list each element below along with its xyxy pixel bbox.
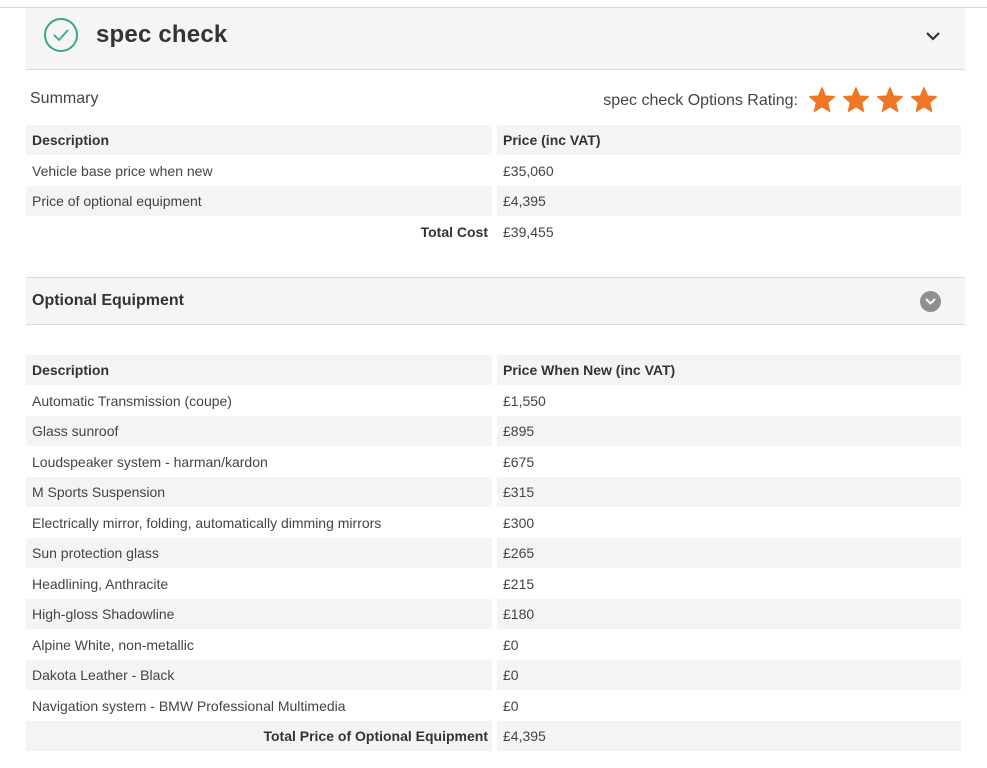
row-price: £265 — [497, 538, 961, 568]
row-price: £0 — [497, 660, 961, 690]
table-header-row: Description Price When New (inc VAT) — [26, 355, 961, 386]
optional-equipment-table: Description Price When New (inc VAT) Aut… — [26, 355, 961, 752]
row-description: Navigation system - BMW Professional Mul… — [32, 697, 346, 714]
spec-check-header[interactable]: spec check — [26, 8, 965, 70]
row-description: Automatic Transmission (coupe) — [32, 392, 232, 409]
row-price: £1,550 — [503, 392, 546, 409]
table-row: Price of optional equipment £4,395 — [26, 186, 961, 217]
options-rating-stars — [808, 86, 938, 114]
table-row: Vehicle base price when new £35,060 — [26, 156, 961, 187]
table-header-row: Description Price (inc VAT) — [26, 125, 961, 156]
summary-table: Description Price (inc VAT) Vehicle base… — [26, 125, 961, 247]
row-description: Electrically mirror, folding, automatica… — [32, 514, 382, 531]
row-description: Vehicle base price when new — [32, 162, 213, 179]
chevron-down-circle-icon[interactable] — [920, 291, 941, 312]
table-row: Dakota Leather - Black £0 — [26, 660, 961, 691]
optional-equipment-title: Optional Equipment — [32, 292, 184, 309]
star-icon — [809, 87, 835, 113]
page-title: spec check — [96, 21, 228, 48]
star-icon — [877, 87, 903, 113]
total-optional-equipment-row: Total Price of Optional Equipment £4,395 — [26, 721, 961, 752]
table-row: Headlining, Anthracite £215 — [26, 569, 961, 600]
table-row: M Sports Suspension £315 — [26, 477, 961, 508]
column-header-description: Description — [26, 355, 492, 385]
check-circle-icon — [44, 18, 78, 52]
optional-equipment-header[interactable]: Optional Equipment — [26, 277, 965, 325]
column-header-price: Price When New (inc VAT) — [497, 355, 961, 385]
row-price: £0 — [503, 697, 519, 714]
table-row: High-gloss Shadowline £180 — [26, 599, 961, 630]
row-description: Glass sunroof — [26, 416, 492, 446]
row-price: £315 — [497, 477, 961, 507]
row-price: £4,395 — [497, 186, 961, 216]
star-icon — [911, 87, 937, 113]
row-price: £300 — [503, 514, 535, 531]
row-description: Price of optional equipment — [26, 186, 492, 216]
chevron-down-icon[interactable] — [925, 28, 941, 46]
summary-heading: Summary — [30, 90, 99, 107]
column-header-price: Price (inc VAT) — [497, 125, 961, 155]
row-price: £675 — [503, 453, 535, 470]
options-rating-label: spec check Options Rating: — [603, 92, 798, 109]
column-header-description: Description — [26, 125, 492, 155]
star-icon — [843, 87, 869, 113]
row-description: M Sports Suspension — [26, 477, 492, 507]
row-description: Headlining, Anthracite — [32, 575, 169, 592]
row-description: Alpine White, non-metallic — [32, 636, 194, 653]
table-row: Alpine White, non-metallic £0 — [26, 630, 961, 661]
total-cost-value: £39,455 — [503, 223, 554, 240]
row-price: £215 — [503, 575, 535, 592]
row-price: £180 — [497, 599, 961, 629]
table-row: Glass sunroof £895 — [26, 416, 961, 447]
row-price: £0 — [503, 636, 519, 653]
row-description: High-gloss Shadowline — [26, 599, 492, 629]
row-description: Sun protection glass — [26, 538, 492, 568]
table-row: Electrically mirror, folding, automatica… — [26, 508, 961, 539]
table-row: Automatic Transmission (coupe) £1,550 — [26, 386, 961, 417]
row-description: Loudspeaker system - harman/kardon — [32, 453, 268, 470]
total-optional-equipment-label: Total Price of Optional Equipment — [26, 721, 492, 751]
total-cost-label: Total Cost — [420, 223, 488, 240]
table-row: Loudspeaker system - harman/kardon £675 — [26, 447, 961, 478]
row-description: Dakota Leather - Black — [26, 660, 492, 690]
row-price: £895 — [497, 416, 961, 446]
total-optional-equipment-value: £4,395 — [497, 721, 961, 751]
row-price: £35,060 — [503, 162, 554, 179]
table-row: Navigation system - BMW Professional Mul… — [26, 691, 961, 722]
total-cost-row: Total Cost £39,455 — [26, 217, 961, 248]
table-row: Sun protection glass £265 — [26, 538, 961, 569]
